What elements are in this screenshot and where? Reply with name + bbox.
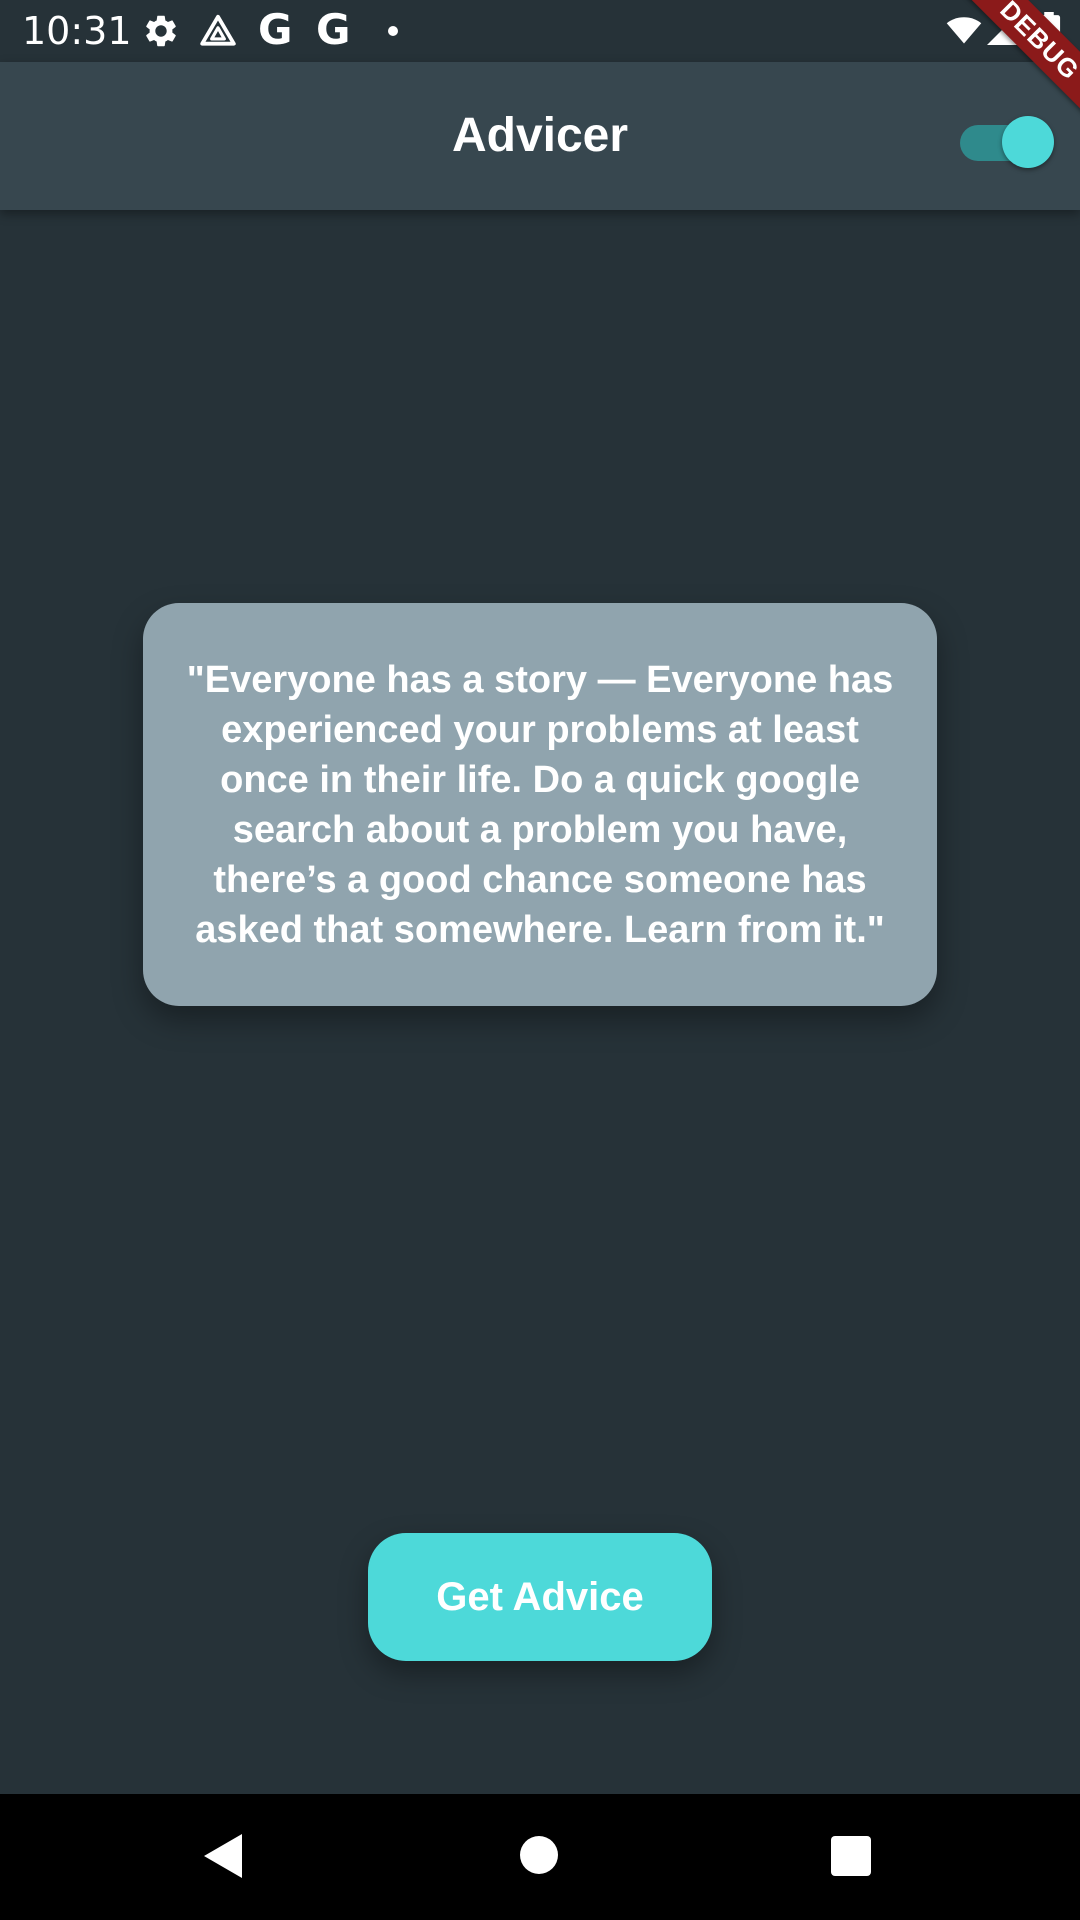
advice-text: "Everyone has a story — Everyone has exp… (186, 658, 894, 951)
theme-toggle[interactable] (958, 116, 1054, 168)
app-bar: Advicer (0, 62, 1080, 210)
advice-card: "Everyone has a story — Everyone has exp… (143, 603, 937, 1006)
status-time: 10:31 (22, 9, 132, 53)
page-title: Advicer (451, 109, 629, 162)
google-icon: G (258, 5, 293, 54)
toggle-thumb (1002, 116, 1054, 168)
gear-icon (146, 15, 176, 47)
status-bar: 10:31 G G (0, 0, 1080, 62)
home-icon[interactable] (520, 1836, 558, 1874)
google-icon: G (316, 5, 351, 54)
wifi-icon (946, 17, 982, 44)
back-icon[interactable] (204, 1834, 242, 1878)
drive-icon (200, 14, 236, 46)
get-advice-button[interactable]: Get Advice (368, 1533, 712, 1661)
recents-icon[interactable] (831, 1836, 871, 1876)
dot-icon (388, 26, 398, 36)
nav-bar (0, 1794, 1080, 1920)
